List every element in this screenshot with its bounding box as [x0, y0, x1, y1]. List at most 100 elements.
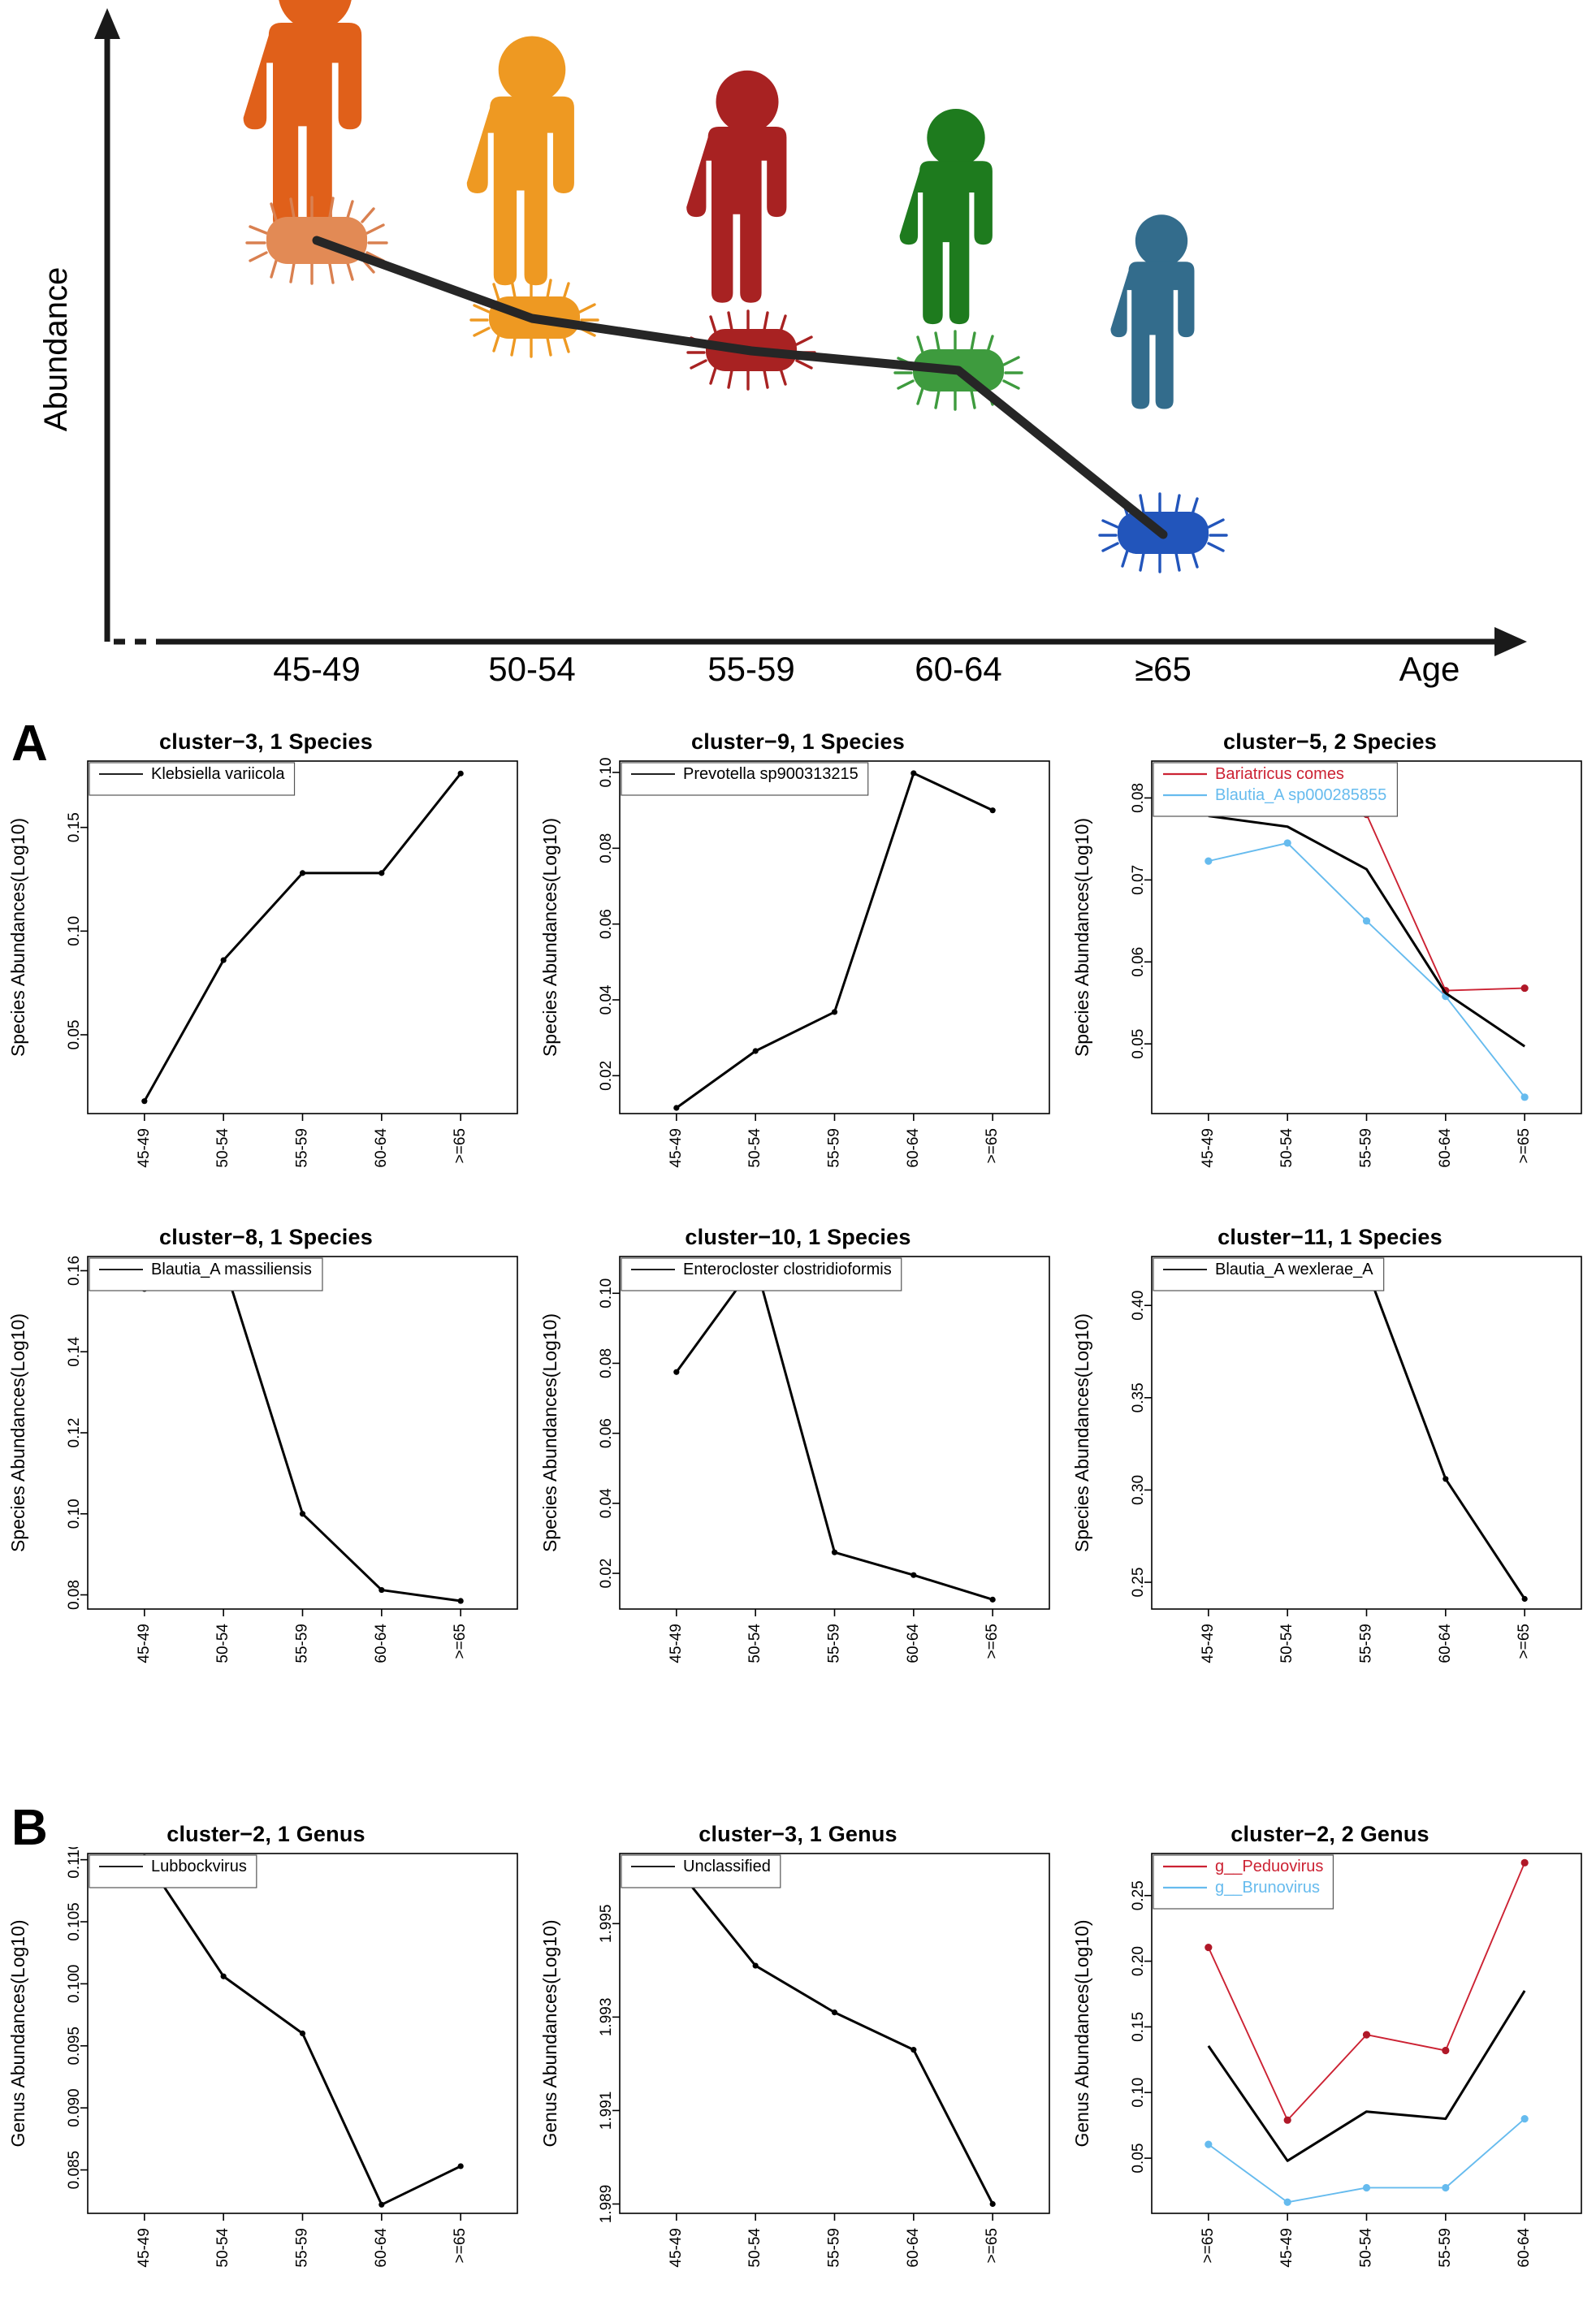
series-point: [1362, 2183, 1371, 2192]
series-point: [1520, 2114, 1529, 2123]
chart-cluster-8-species: cluster−8, 1 Species 0.08 0.10 0.12 0.14 0.16…: [0, 1218, 532, 1706]
person-icon-60-64: [899, 108, 993, 325]
x-tick-label: 55-59: [826, 1624, 843, 1663]
chart-cluster-3-species: cluster−3, 1 Species 0.05 0.10 0.15 Species …: [0, 723, 532, 1210]
y-tick-label: 0.090: [66, 2088, 83, 2127]
series-point: [378, 1586, 385, 1594]
y-tick-label: 0.40: [1130, 1291, 1147, 1321]
series-point: [989, 2200, 996, 2208]
y-tick-label: 0.16: [66, 1256, 83, 1286]
x-tick-label: 55-59: [294, 1128, 311, 1168]
series-point: [1442, 2183, 1450, 2192]
chart-cluster-2-genus: cluster−2, 1 Genus 0.085 0.090 0.095 0.100 0.…: [0, 1815, 532, 2310]
series-point: [910, 1572, 917, 1578]
x-tick-label: 50-54: [746, 2228, 763, 2268]
x-tick-label: 50-54: [214, 1624, 231, 1663]
x-tick-label: 60-64: [373, 2228, 390, 2268]
legend-label: Lubbockvirus: [151, 1858, 247, 1875]
series-point: [673, 1369, 680, 1375]
y-tick-label: 1.989: [598, 2185, 615, 2224]
series-point: [299, 2030, 306, 2037]
y-tick-label: 0.06: [1130, 947, 1147, 977]
y-tick-label: 0.08: [598, 1348, 615, 1378]
y-tick-label: 0.07: [1130, 865, 1147, 895]
y-tick-label: 0.02: [598, 1061, 615, 1091]
x-tick-label: 60-64: [373, 1624, 390, 1663]
y-tick-label: 0.35: [1130, 1382, 1147, 1412]
x-tick-label: >=65: [984, 1624, 1001, 1659]
y-tick-label: 0.05: [66, 1019, 83, 1049]
series-point: [831, 1549, 838, 1555]
y-tick-label: 0.04: [598, 1488, 615, 1518]
x-tick-label: 60-64: [905, 2228, 922, 2268]
y-axis-title: Genus Abundances(Log10): [539, 1919, 560, 2147]
legend-label: Prevotella sp900313215: [683, 765, 859, 783]
series-line: [143, 772, 462, 1102]
y-tick-label: 0.30: [1130, 1475, 1147, 1505]
legend-label: Enterocloster clostridioformis: [683, 1261, 892, 1278]
series-point: [220, 1973, 227, 1979]
legend-label: Blautia_A wexlerae_A: [1215, 1261, 1373, 1278]
concept-y-axis: [94, 8, 120, 642]
series-point: [673, 1105, 680, 1111]
x-tick-label: 55-59: [294, 2228, 311, 2268]
x-tick-label: 60-64: [1437, 1624, 1454, 1663]
series-point: [299, 870, 306, 876]
x-tick-label: >=65: [452, 1624, 469, 1659]
series-point: [457, 770, 464, 776]
series-point: [831, 2009, 838, 2016]
y-tick-label: 0.10: [598, 758, 615, 788]
series-point: [1442, 1476, 1449, 1482]
y-axis-title: Species Abundances(Log10): [539, 1313, 560, 1552]
y-tick-label: 1.993: [598, 1998, 615, 2037]
x-tick-label: 60-64: [905, 1128, 922, 1168]
plot-frame: [619, 760, 1050, 1114]
x-tick-label: 50-54: [214, 1128, 231, 1168]
chart-title: cluster−9, 1 Species: [691, 729, 905, 754]
x-tick-label: 45-49: [136, 1128, 153, 1168]
chart-cluster-11-species: cluster−11, 1 Species 0.25 0.30 0.35 0.40 Spe…: [1064, 1218, 1596, 1706]
series-point: [1205, 1944, 1213, 1952]
y-tick-label: 0.08: [66, 1580, 83, 1610]
concept-x-axis-label: Age: [1399, 650, 1460, 688]
x-tick-label: 55-59: [1437, 2228, 1454, 2268]
y-tick-label: 0.05: [1130, 1029, 1147, 1059]
series-line: [144, 1261, 461, 1603]
y-tick-label: 0.15: [66, 812, 83, 842]
series-point: [1205, 2140, 1213, 2148]
y-tick-label: 0.10: [1130, 2078, 1147, 2108]
x-tick-label: 45-49: [1278, 2228, 1295, 2268]
y-tick-label: 0.25: [1130, 1880, 1147, 1910]
chart-title: cluster−11, 1 Species: [1218, 1225, 1442, 1249]
chart-title: cluster−3, 1 Genus: [699, 1822, 897, 1846]
series-line: [1208, 1261, 1526, 1600]
x-tick-label: 55-59: [1358, 1624, 1375, 1663]
legend-label: g__Peduovirus: [1215, 1858, 1323, 1875]
chart-cluster-9-species: cluster−9, 1 Species 0.02 0.04 0.06 0.08 0.10…: [532, 723, 1064, 1210]
series-point: [752, 1048, 759, 1054]
x-tick-label: >=65: [1516, 1624, 1533, 1659]
y-tick-label: 1.991: [598, 2092, 615, 2130]
x-tick-label: 55-59: [1358, 1128, 1375, 1168]
y-axis-title: Genus Abundances(Log10): [7, 1919, 28, 2147]
series-point: [1520, 984, 1529, 993]
series-point: [1205, 857, 1213, 865]
x-tick-label: 45-49: [136, 2228, 153, 2268]
x-tick-label: 50-54: [746, 1624, 763, 1663]
plot-frame: [1151, 1256, 1582, 1610]
y-tick-label: 1.995: [598, 1905, 615, 1944]
concept-xtick-3: 60-64: [915, 650, 1001, 688]
series-point: [989, 807, 996, 814]
series-point: [378, 870, 385, 876]
legend-label: Blautia_A massiliensis: [151, 1261, 312, 1278]
y-tick-label: 0.05: [1130, 2143, 1147, 2174]
series-point: [1362, 917, 1371, 925]
concept-xtick-0: 45-49: [273, 650, 360, 688]
legend-label: Klebsiella variicola: [151, 765, 285, 783]
x-tick-label: 45-49: [668, 1128, 685, 1168]
x-tick-label: 60-64: [1516, 2228, 1533, 2268]
series-point: [910, 2047, 917, 2053]
x-tick-label: 50-54: [214, 2228, 231, 2268]
legend-label: Unclassified: [683, 1858, 771, 1875]
y-tick-label: 0.15: [1130, 2012, 1147, 2042]
